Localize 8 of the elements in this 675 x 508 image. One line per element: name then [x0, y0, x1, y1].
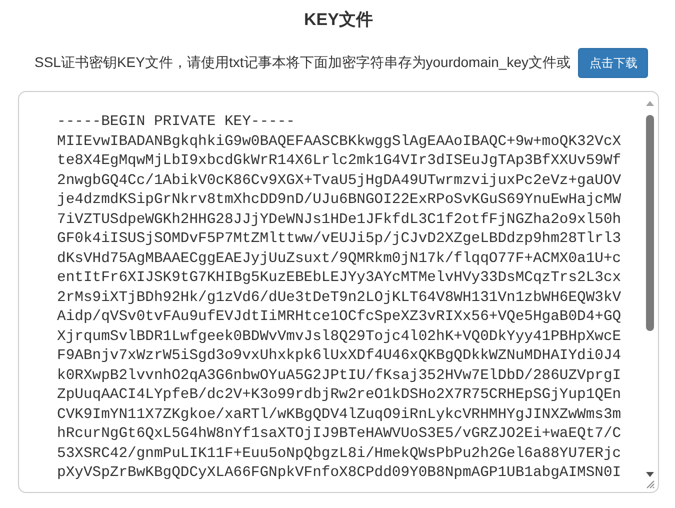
key-text-area[interactable]: -----BEGIN PRIVATE KEY----- MIIEvwIBADANBgkqhkiG9w0BAQEFAASCBKkwggSlAgEAAoIBAQC+9w+moQK32VcX te8X4EgMqwMjLbI9xbcdGkWrR14X6Lrlc2mk1G4VIr3dISEuJgTAp3BfXXUv59Wf 2nwgbGQ4Cc/1AbikV0cK86Cv9XGX+TvaU5jHgDA49UTwrmzvijuxPc2eVz+gaUOV je4dzmdKSipGrNkrv8tmXhcDD9nD/UJu6BNGOI22ExRPoSvKGuS69YnuEwHajcMW 7iVZTUSdpeWGKh2HHG28JJjYDeWNJs1HDe1JFkfdL3C1f2otfFjNGZha2o9xl50h GF0k4iISUSjSOMDvF5P7MtZMlttww/vEUJi5p/jCJvD2XZgeLBDdzp9hm28Tlrl3 dKsVHd75AgMBAAECggEAEJyjUuZsuxt/9QMRkm0jN17k/flqqO77F+ACMX0a1U+c entItFr6XIJSK9tG7KHIBg5KuzEBEbLEJYy3AYcMTMelvHVy33DsMCqzTrs2L3cx 2rMs9iXTjBDh92Hk/g1zVd6/dUe3tDeT9n2LOjKLT64V8WH131Vn1zbWH6EQW3kV Aidp/qVSv0tvFAu9ufEVJdtIiMRHtce1OCfcSpeXZ3vRIXx56+VQe5HgaB0D4+GQ XjrqumSvlBDR1Lwfgeek0BDWvVmvJsl8Q29Tojc4l02hK+VQ0DkYyy41PBHpXwcE F9ABnjv7xWzrW5iSgd3o9vxUhxkpk6lUxXDf4U46xQKBgQDkkWZNuMDHAIYdi0J4 k0RXwpB2lvvnhO2qA3G6nbwOYuA5G2JPtIU/fKsaj352HVw7ElDbD/286UZVprgI ZpUuqAACI4LYpfeB/dc2V+K3o99rdbjRw2reO1kDSHo2X7R75CRHEpSGjYup1QEn CVK9ImYN11X7ZKgkoe/xaRTl/wKBgQDV4lZuqO9iRnLykcVRHMHYgJINXZwWms3m hRcurNgGt6QxL5G4hW8nYf1saXTOjIJ9BTeHAWVUoS3E5/vGRZJO2Ei+waEQt7/C 53XSRC42/gnmPuLIK11F+Euu5oNpQbgzL8i/HmekQWsPbPu2h2Gel6a88YU7ERjc pXyVSpZrBwKBgQDCyXLA66FGNpkVFnfoX8CPdd09Y0B8NpmAGP1UB1abgAIMSN0I: [18, 91, 659, 493]
download-button[interactable]: 点击下载: [578, 48, 648, 78]
instruction-text: SSL证书密钥KEY文件，请使用txt记事本将下面加密字符串存为yourdomain_key文件或: [34, 54, 570, 72]
page-title: KEY文件: [303, 9, 374, 31]
scroll-up-icon[interactable]: [646, 101, 654, 106]
resize-grip-icon[interactable]: [645, 479, 655, 489]
scroll-down-icon[interactable]: [646, 472, 654, 477]
scrollbar-thumb[interactable]: [646, 115, 654, 331]
